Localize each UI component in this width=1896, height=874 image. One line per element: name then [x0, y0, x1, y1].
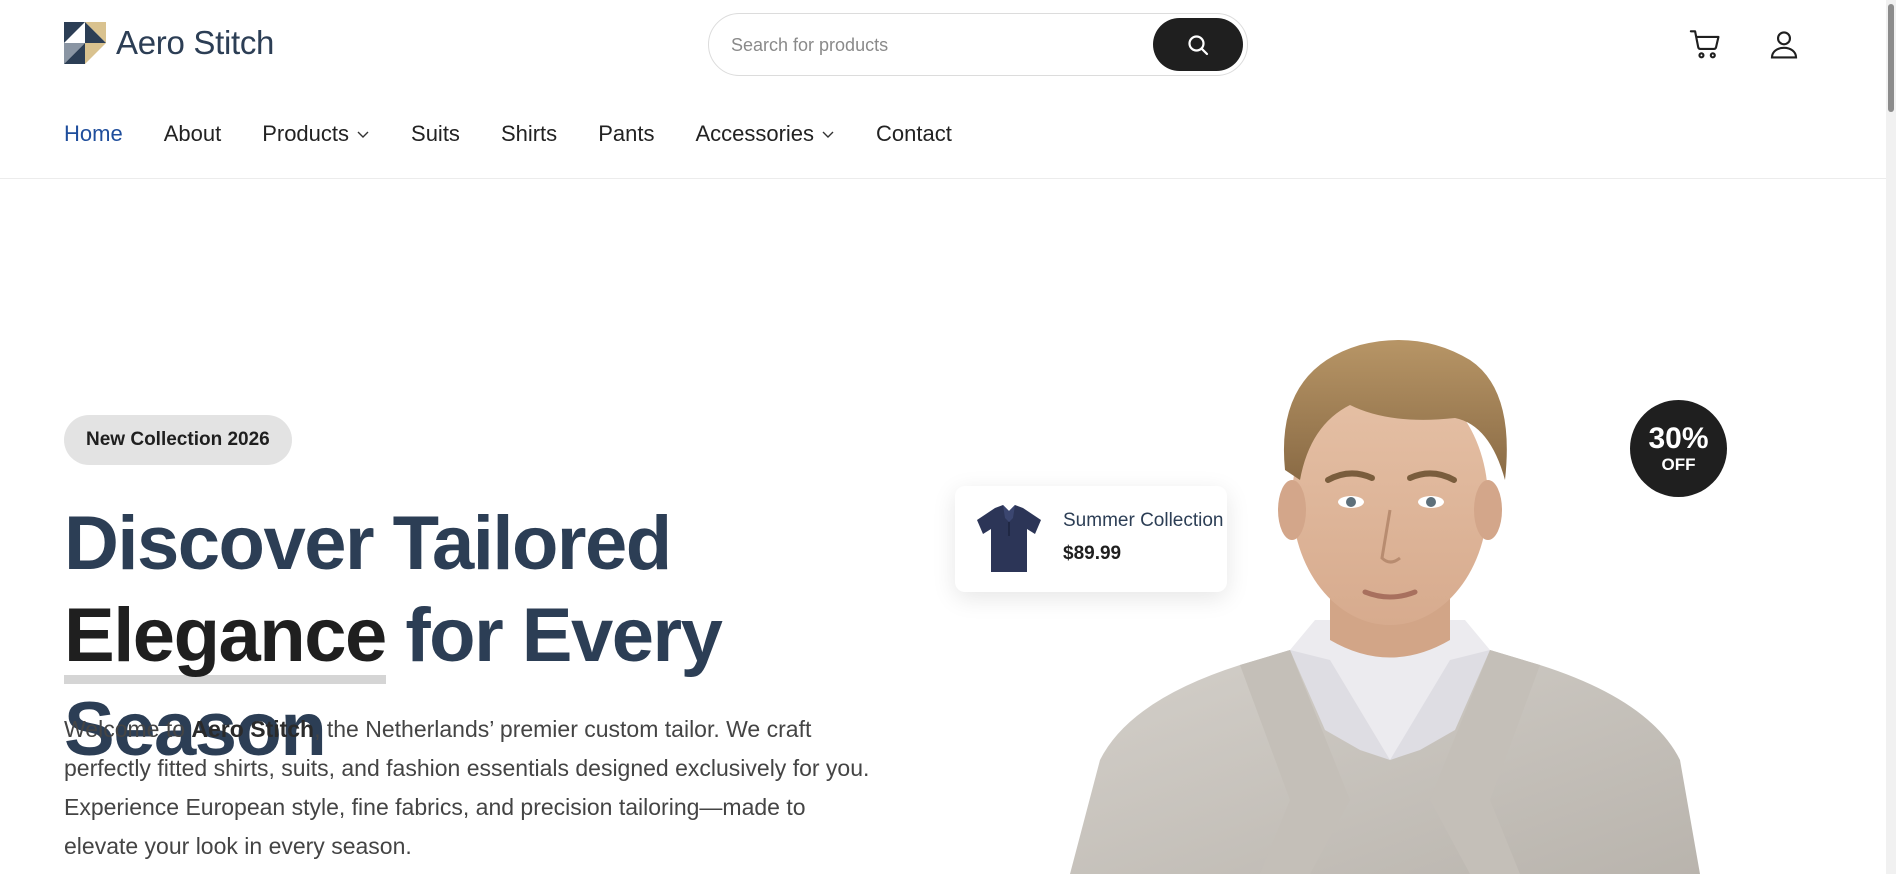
hero-intro-text: Welcome to Aero Stitch, the Netherlands’… [64, 710, 884, 866]
nav-item-label: Home [64, 121, 123, 146]
search-input[interactable] [731, 26, 1151, 64]
cart-icon [1689, 30, 1720, 59]
nav-item-contact[interactable]: Contact [876, 121, 952, 147]
nav-item-label: Accessories [695, 121, 815, 146]
promo-product-name: Summer Collection [1063, 510, 1224, 531]
nav-item-pants[interactable]: Pants [598, 121, 654, 147]
discount-label: OFF [1661, 454, 1696, 474]
nav-item-suits[interactable]: Suits [411, 121, 460, 147]
headline-highlight: Elegance [64, 597, 387, 684]
main-nav: Home About Products Suits Shirts Pants A… [0, 90, 1886, 179]
search-button[interactable] [1153, 18, 1243, 71]
site-header: Aero Stitch [0, 0, 1886, 90]
chevron-down-icon [821, 127, 835, 141]
polo-shirt-image [977, 505, 1041, 572]
nav-item-home[interactable]: Home [64, 121, 123, 147]
nav-item-about[interactable]: About [164, 121, 222, 147]
scrollbar-thumb[interactable] [1888, 4, 1894, 112]
intro-prefix: Welcome to [64, 716, 192, 742]
nav-item-label: About [163, 121, 222, 146]
promo-product-card[interactable]: Summer Collection $89.99 [955, 486, 1227, 592]
nav-item-accessories[interactable]: Accessories [695, 121, 835, 147]
nav-item-label: Contact [876, 121, 952, 146]
nav-item-label: Products [262, 121, 350, 146]
nav-item-label: Pants [598, 121, 655, 146]
nav-item-label: Shirts [500, 121, 558, 146]
brand-logo[interactable]: Aero Stitch [64, 22, 274, 64]
collection-badge: New Collection 2026 [64, 415, 292, 465]
account-button[interactable] [1764, 24, 1804, 64]
model-image [1070, 340, 1700, 874]
nav-list: Home About Products Suits Shirts Pants A… [64, 90, 993, 178]
logo-mark-icon [64, 22, 106, 64]
search-icon [1188, 34, 1209, 55]
nav-item-products[interactable]: Products [262, 121, 370, 147]
discount-badge: 30% OFF [1630, 400, 1727, 497]
search-bar [708, 13, 1248, 76]
user-icon [1770, 31, 1798, 59]
cart-button[interactable] [1685, 24, 1725, 64]
intro-brand: Aero Stitch [191, 716, 315, 742]
page-scrollbar[interactable] [1886, 0, 1896, 874]
chevron-down-icon [356, 127, 370, 141]
promo-product-price: $89.99 [1063, 543, 1122, 564]
brand-name: Aero Stitch [116, 24, 275, 61]
discount-percent: 30% [1648, 421, 1709, 455]
nav-item-label: Suits [411, 121, 460, 146]
headline-line-1: Discover Tailored [64, 501, 672, 586]
nav-item-shirts[interactable]: Shirts [501, 121, 557, 147]
